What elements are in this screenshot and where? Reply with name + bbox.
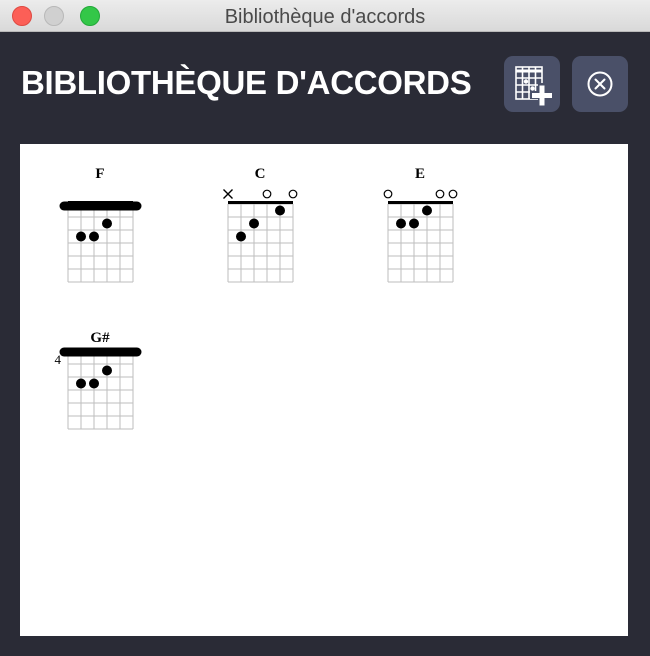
finger-dot [89, 378, 99, 389]
open-string-marker [383, 189, 393, 199]
chord-diagram-svg: F [59, 166, 142, 283]
finger-dot [89, 231, 99, 242]
nut [388, 201, 453, 204]
open-string-marker [288, 189, 298, 199]
chord-name: G# [90, 330, 110, 346]
chord-marks [59, 347, 142, 430]
finger-dot [409, 218, 419, 229]
finger-dot [76, 378, 86, 389]
close-library-button[interactable] [572, 56, 628, 112]
finger-dot [102, 365, 112, 376]
finger-dot [102, 218, 112, 229]
finger-dot [396, 218, 406, 229]
add-chord-button[interactable] [504, 56, 560, 112]
chord-marks [59, 201, 142, 283]
chord-diagram-svg: C [223, 166, 298, 283]
window-title: Bibliothèque d'accords [224, 6, 426, 28]
chord-diagram-svg: G# 4 [55, 330, 142, 430]
chord-name: E [415, 166, 425, 182]
finger-dot [422, 205, 432, 216]
chord-marks [223, 189, 298, 283]
finger-dot [275, 205, 285, 216]
chord-library-canvas: F C E G# 4 [20, 144, 628, 636]
open-string-marker [435, 189, 445, 199]
window-titlebar: Bibliothèque d'accords [0, 0, 650, 32]
circle-x-icon [587, 71, 613, 97]
add-chord-grid-icon [515, 66, 554, 107]
chord-diagram-svg: E [383, 166, 458, 283]
finger-dot [236, 231, 246, 242]
chord-name: C [255, 166, 266, 182]
open-string-marker [448, 189, 458, 199]
open-string-marker [262, 189, 272, 199]
nut [228, 201, 293, 204]
chord-name: F [95, 166, 104, 182]
muted-string-marker [223, 189, 233, 199]
finger-dot [249, 218, 259, 229]
page-title: BIBLIOTHÈQUE D'ACCORDS [21, 64, 472, 101]
chord-marks [383, 189, 458, 283]
chord-diagram-f[interactable]: F [50, 160, 150, 283]
chord-diagram-c[interactable]: C [210, 160, 310, 283]
finger-dot [76, 231, 86, 242]
chord-diagram-e[interactable]: E [370, 160, 470, 283]
chord-diagram-g-sharp[interactable]: G# 4 [50, 326, 150, 446]
